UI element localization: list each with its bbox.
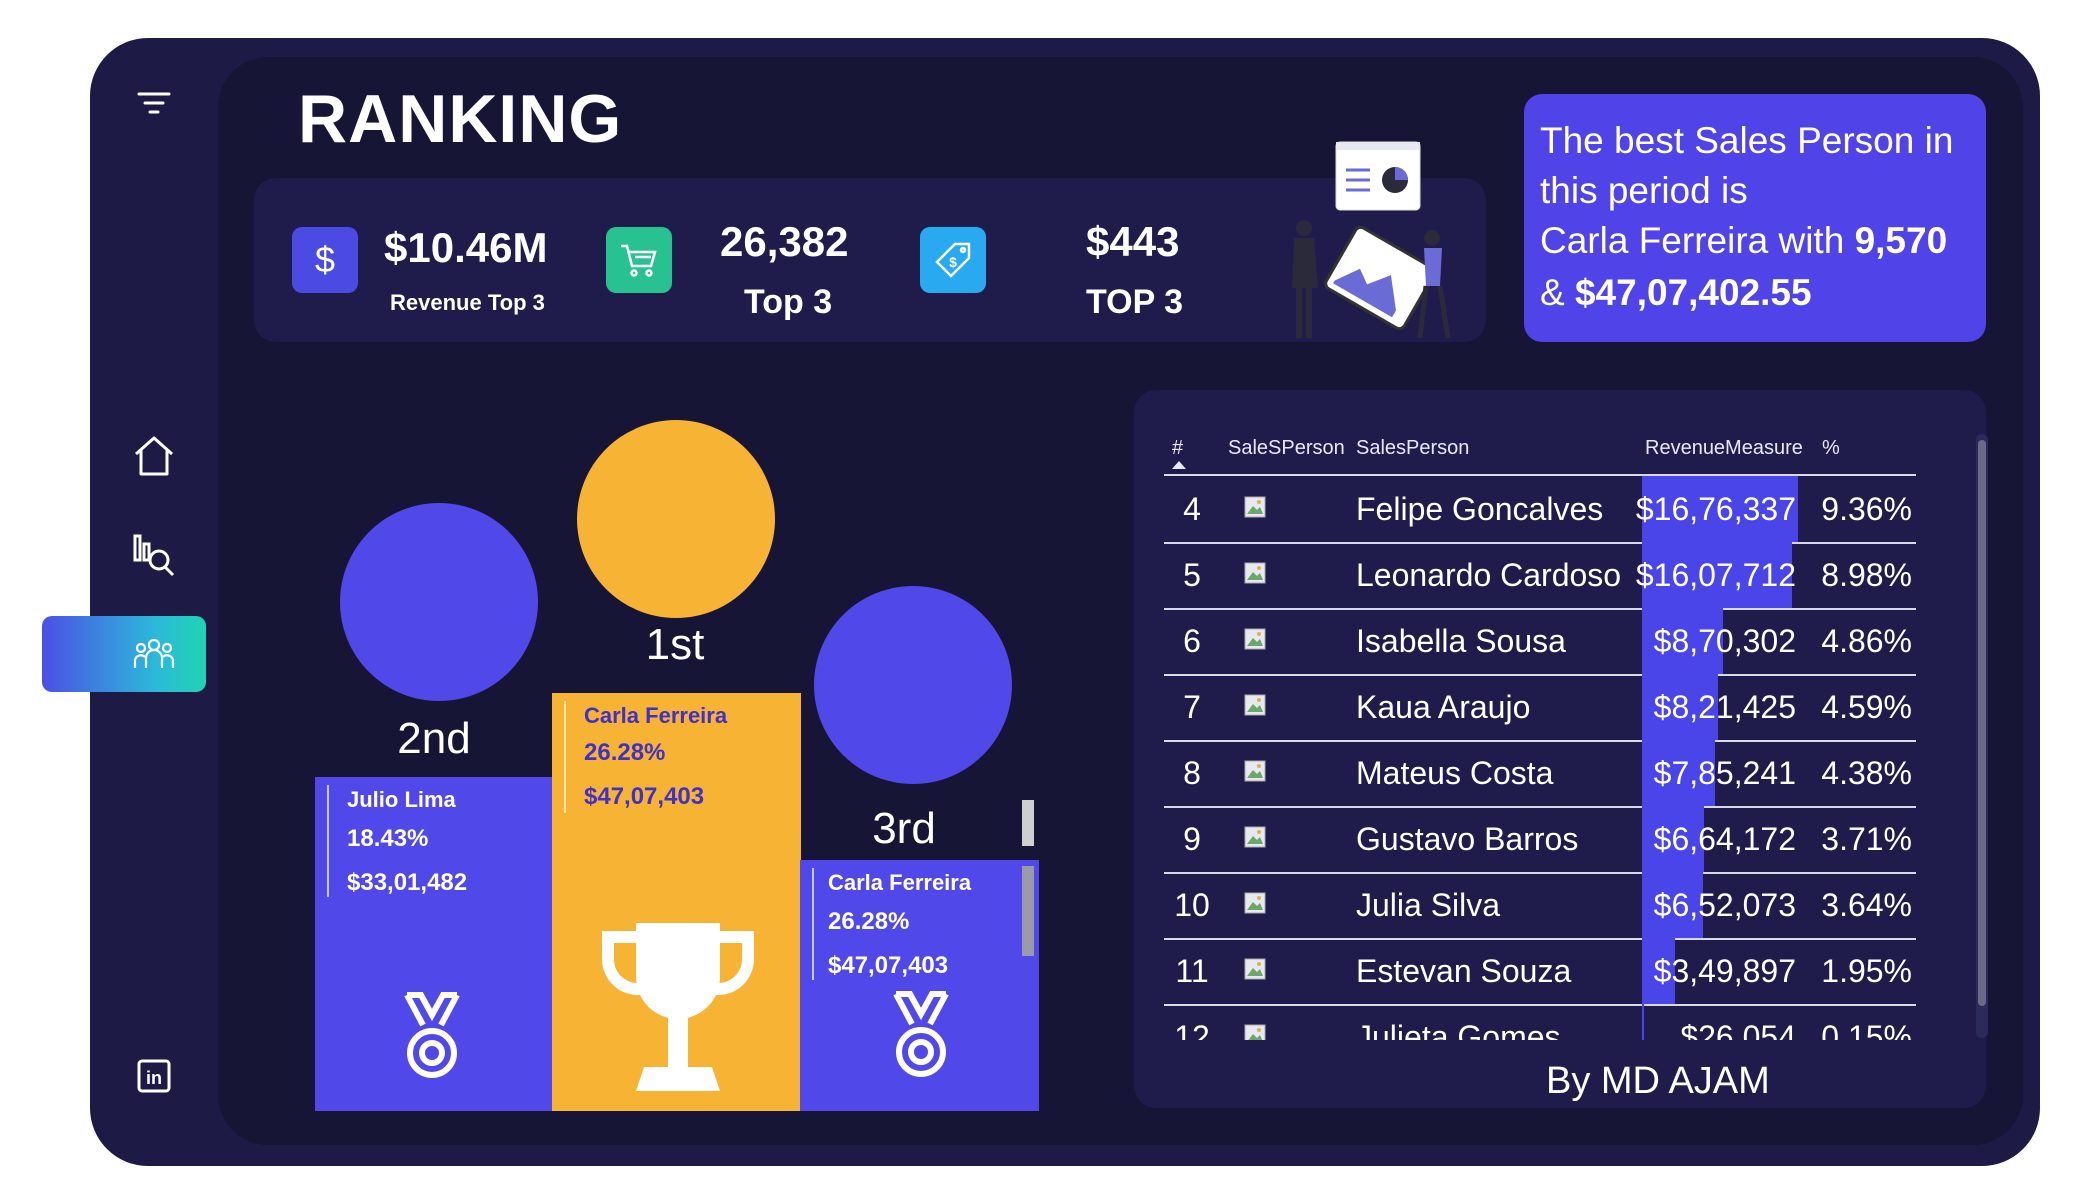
pct-cell: 1.95% [1821, 953, 1912, 989]
revenue-cell: $7,85,241 [1653, 755, 1796, 791]
pct-cell: 0.15% [1821, 1019, 1912, 1040]
table-row[interactable]: 8 Mateus Costa $7,85,241 4.38% [1164, 740, 1916, 808]
broken-image-icon [1244, 826, 1266, 848]
rank-cell: 8 [1183, 755, 1201, 791]
revenue-cell: $16,07,712 [1635, 557, 1796, 593]
pct-cell: 4.38% [1821, 755, 1912, 791]
pct-cell: 3.71% [1821, 821, 1912, 857]
table-row[interactable]: 9 Gustavo Barros $6,64,172 3.71% [1164, 806, 1916, 874]
revenue-cell: $16,76,337 [1635, 491, 1796, 527]
table-row[interactable]: 6 Isabella Sousa $8,70,302 4.86% [1164, 608, 1916, 676]
salesperson-cell: Leonardo Cardoso [1356, 557, 1622, 593]
linkedin-icon[interactable]: in [130, 1052, 178, 1100]
pct-cell: 3.64% [1821, 887, 1912, 923]
salesperson-cell: Julieta Gomes [1356, 1019, 1561, 1040]
table-row[interactable]: 7 Kaua Araujo $8,21,425 4.59% [1164, 674, 1916, 742]
rank-cell: 10 [1174, 887, 1210, 923]
rank-cell: 9 [1183, 821, 1201, 857]
broken-image-icon [1244, 760, 1266, 782]
salesperson-cell: Felipe Goncalves [1356, 491, 1604, 527]
pct-cell: 9.36% [1821, 491, 1912, 527]
salesperson-cell: Isabella Sousa [1356, 623, 1566, 659]
table-row[interactable]: 12 Julieta Gomes $26,054 0.15% [1164, 1004, 1916, 1040]
revenue-cell: $8,21,425 [1653, 689, 1796, 725]
salesperson-cell: Gustavo Barros [1356, 821, 1579, 857]
broken-image-icon [1244, 1024, 1266, 1040]
salesperson-cell: Mateus Costa [1356, 755, 1554, 791]
salesperson-cell: Julia Silva [1356, 887, 1501, 923]
ranking-table-rows: 4 Felipe Goncalves $16,76,337 9.36% 5 Leonard… [0, 0, 2075, 1040]
rank-cell: 4 [1183, 491, 1201, 527]
revenue-cell: $8,70,302 [1653, 623, 1796, 659]
rank-cell: 11 [1175, 953, 1209, 989]
broken-image-icon [1244, 562, 1266, 584]
broken-image-icon [1244, 958, 1266, 980]
rank-cell: 7 [1183, 689, 1201, 725]
rank-cell: 6 [1183, 623, 1201, 659]
broken-image-icon [1244, 628, 1266, 650]
rank-cell: 5 [1183, 557, 1201, 593]
broken-image-icon [1244, 496, 1266, 518]
pct-cell: 4.59% [1821, 689, 1912, 725]
pct-cell: 8.98% [1821, 557, 1912, 593]
table-scrollbar-thumb[interactable] [1978, 440, 1986, 1006]
revenue-cell: $3,49,897 [1653, 953, 1796, 989]
revenue-cell: $6,52,073 [1653, 887, 1796, 923]
salesperson-cell: Kaua Araujo [1356, 689, 1531, 725]
table-row[interactable]: 10 Julia Silva $6,52,073 3.64% [1164, 872, 1916, 940]
revenue-cell: $6,64,172 [1653, 821, 1796, 857]
table-row[interactable]: 4 Felipe Goncalves $16,76,337 9.36% [1164, 476, 1916, 544]
broken-image-icon [1244, 892, 1266, 914]
author-credit: By MD AJAM [1546, 1060, 1770, 1102]
pct-cell: 4.86% [1821, 623, 1912, 659]
svg-text:in: in [146, 1068, 162, 1088]
salesperson-cell: Estevan Souza [1356, 953, 1572, 989]
revenue-cell: $26,054 [1680, 1019, 1796, 1040]
table-row[interactable]: 5 Leonardo Cardoso $16,07,712 8.98% [1164, 542, 1916, 610]
table-scrollbar-track[interactable] [1976, 434, 1988, 1038]
broken-image-icon [1244, 694, 1266, 716]
table-row[interactable]: 11 Estevan Souza $3,49,897 1.95% [1164, 938, 1916, 1006]
rank-cell: 12 [1174, 1019, 1210, 1040]
